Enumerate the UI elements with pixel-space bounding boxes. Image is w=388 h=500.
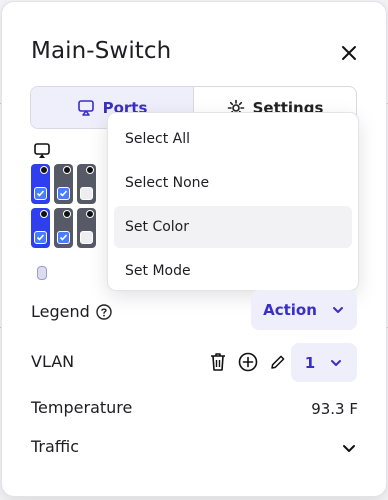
edit-vlan-button[interactable] — [268, 352, 288, 372]
vlan-label: VLAN — [31, 352, 75, 371]
port-4[interactable] — [54, 208, 73, 248]
temperature-label: Temperature — [31, 398, 133, 417]
port-led — [63, 210, 71, 218]
legend-row: Legend — [31, 302, 112, 321]
traffic-label: Traffic — [31, 437, 80, 456]
port-led — [63, 166, 71, 174]
menu-item-select-none[interactable]: Select None — [114, 162, 352, 204]
uplink-icon — [34, 143, 50, 158]
chevron-down-icon — [332, 307, 343, 313]
port-led — [40, 210, 48, 218]
pencil-icon — [271, 355, 285, 369]
menu-item-select-all[interactable]: Select All — [114, 118, 352, 160]
port-checkbox[interactable] — [34, 187, 47, 200]
action-dropdown[interactable]: Action — [251, 290, 357, 330]
port-led — [86, 166, 94, 174]
close-icon — [342, 46, 356, 60]
ports-action-menu: Select All Select None Set Color Set Mod… — [108, 113, 358, 290]
action-label: Action — [263, 301, 317, 319]
port-5[interactable] — [77, 164, 96, 204]
dialog-title: Main-Switch — [31, 38, 172, 64]
add-vlan-button[interactable] — [238, 352, 258, 372]
port-checkbox[interactable] — [34, 231, 47, 244]
port-3[interactable] — [54, 164, 73, 204]
trash-icon — [211, 353, 225, 371]
traffic-expand-button[interactable] — [340, 439, 358, 457]
vlan-value: 1 — [304, 353, 316, 372]
port-6[interactable] — [77, 208, 96, 248]
port-grid — [29, 138, 119, 280]
plus-circle-icon — [238, 352, 258, 372]
menu-item-set-color[interactable]: Set Color — [114, 206, 352, 248]
vlan-tools — [208, 352, 288, 372]
port-led — [40, 166, 48, 174]
chevron-down-icon — [343, 445, 355, 452]
port-led — [86, 210, 94, 218]
vlan-dropdown[interactable]: 1 — [291, 343, 357, 382]
port-2[interactable] — [31, 208, 50, 248]
port-checkbox[interactable] — [80, 231, 93, 244]
legend-label: Legend — [31, 302, 90, 321]
close-button[interactable] — [335, 39, 363, 67]
airplay-icon — [77, 99, 94, 116]
port-1[interactable] — [31, 164, 50, 204]
delete-vlan-button[interactable] — [208, 352, 228, 372]
port-checkbox[interactable] — [80, 187, 93, 200]
port-checkbox[interactable] — [57, 187, 70, 200]
port-indicator — [37, 266, 47, 280]
temperature-value: 93.3 F — [311, 400, 358, 418]
switch-dialog: Main-Switch Ports Settings Select All Se… — [2, 2, 386, 496]
menu-item-set-mode[interactable]: Set Mode — [114, 250, 352, 292]
help-icon[interactable] — [96, 303, 112, 320]
chevron-down-icon — [331, 359, 342, 366]
port-checkbox[interactable] — [57, 231, 70, 244]
